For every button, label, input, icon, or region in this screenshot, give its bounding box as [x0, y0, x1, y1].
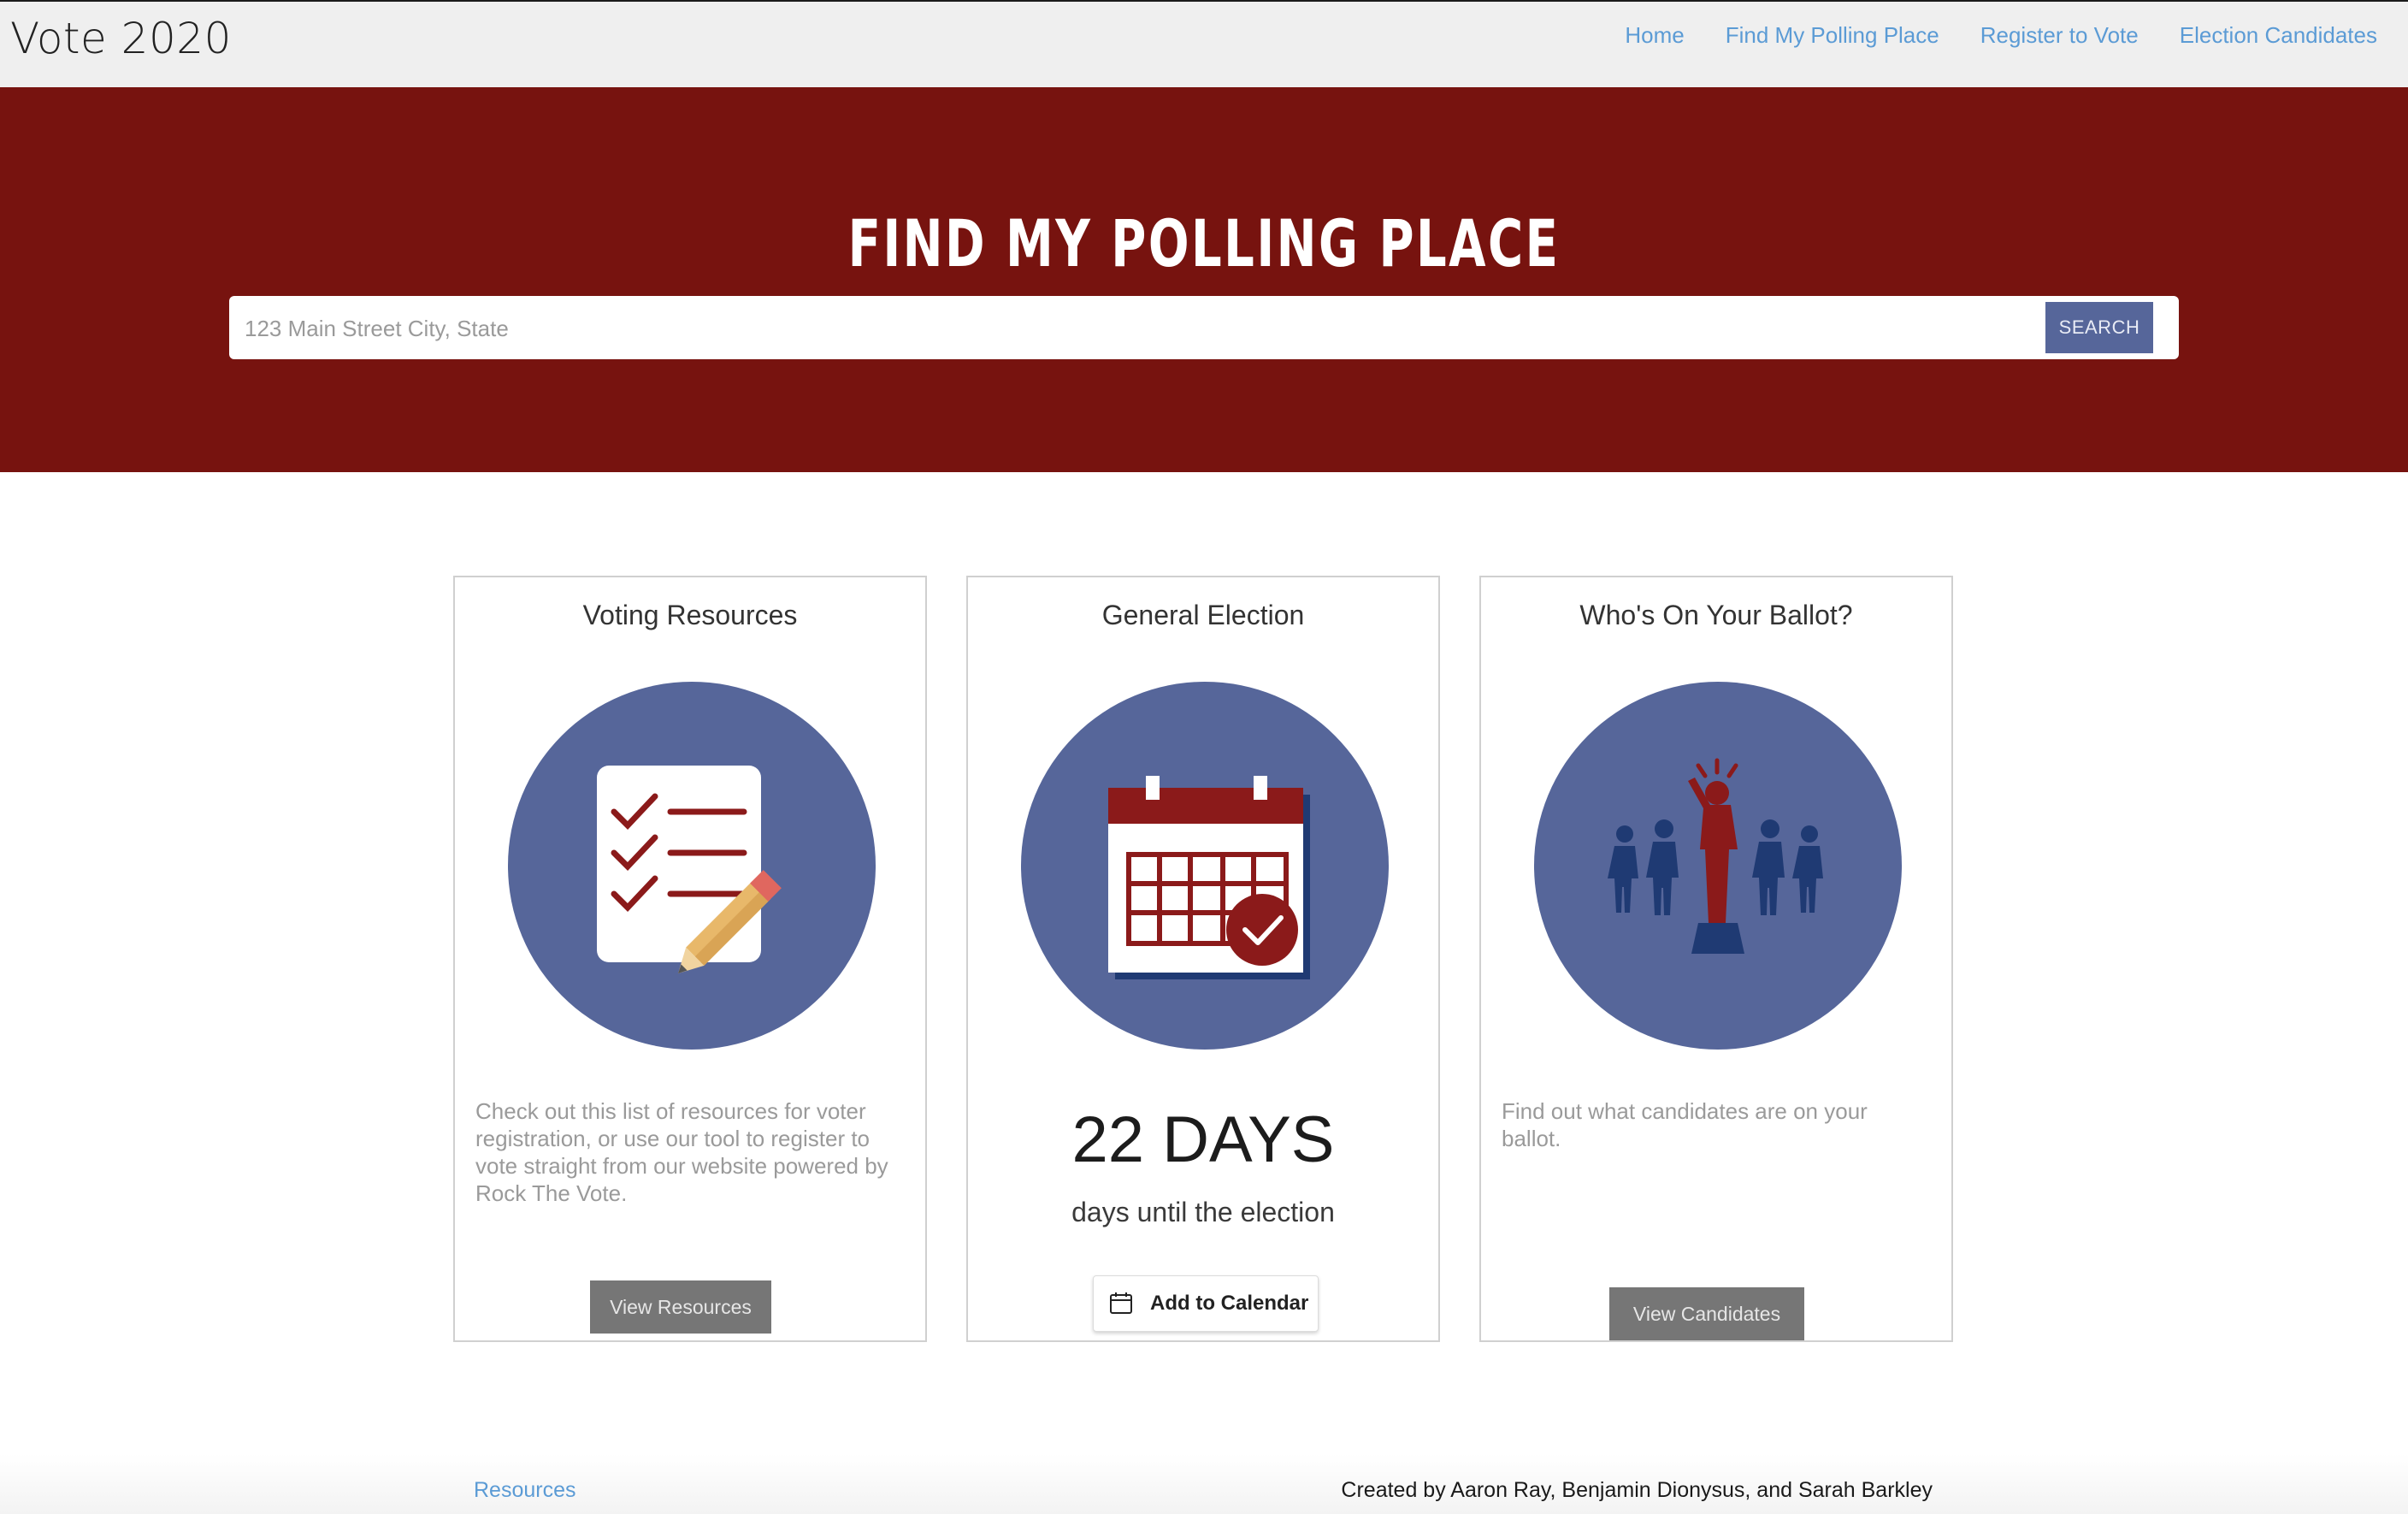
search-bar: SEARCH: [229, 296, 2179, 359]
calendar-icon: [1109, 1291, 1133, 1319]
address-search-input[interactable]: [243, 308, 2033, 349]
voting-resources-card: Voting Resources Check out this list of …: [453, 576, 927, 1342]
card-title: General Election: [1101, 600, 1305, 630]
add-to-calendar-button[interactable]: Add to Calendar: [1093, 1275, 1319, 1332]
nav-election-candidates[interactable]: Election Candidates: [2180, 22, 2377, 49]
footer-resources-link[interactable]: Resources: [474, 1478, 576, 1503]
ballot-card: Who's On Your Ballot? Find out what cand…: [1479, 576, 1953, 1342]
card-description: Check out this list of resources for vot…: [475, 1098, 888, 1206]
card-title: Voting Resources: [582, 600, 798, 630]
search-button[interactable]: SEARCH: [2045, 302, 2153, 353]
add-to-calendar-label: Add to Calendar: [1150, 1292, 1309, 1315]
calendar-check-icon: [1021, 682, 1389, 1050]
checklist-pencil-icon: [508, 682, 876, 1050]
days-countdown-label: days until the election: [1071, 1197, 1335, 1227]
nav-register-to-vote[interactable]: Register to Vote: [1980, 22, 2139, 49]
footer-credit: Created by Aaron Ray, Benjamin Dionysus,…: [1341, 1478, 1933, 1502]
brand-title[interactable]: Vote 2020: [10, 14, 232, 63]
nav-links: Home Find My Polling Place Register to V…: [1625, 22, 2377, 49]
nav-home[interactable]: Home: [1625, 22, 1684, 49]
general-election-card: General Election 22 DAYS days until the …: [966, 576, 1440, 1342]
card-description: Find out what candidates are on your bal…: [1502, 1098, 1868, 1151]
view-candidates-button[interactable]: View Candidates: [1609, 1287, 1804, 1340]
view-resources-button[interactable]: View Resources: [590, 1280, 771, 1334]
hero-banner: FIND MY POLLING PLACE SEARCH: [0, 87, 2408, 472]
days-countdown-value: 22 DAYS: [1071, 1103, 1335, 1176]
hero-title: FIND MY POLLING PLACE: [847, 205, 1561, 281]
card-title: Who's On Your Ballot?: [1579, 600, 1853, 630]
nav-find-polling-place[interactable]: Find My Polling Place: [1726, 22, 1939, 49]
navbar: Vote 2020 Home Find My Polling Place Reg…: [0, 2, 2408, 87]
candidate-crowd-icon: [1534, 682, 1902, 1050]
footer: Resources Created by Aaron Ray, Benjamin…: [0, 1454, 2408, 1514]
